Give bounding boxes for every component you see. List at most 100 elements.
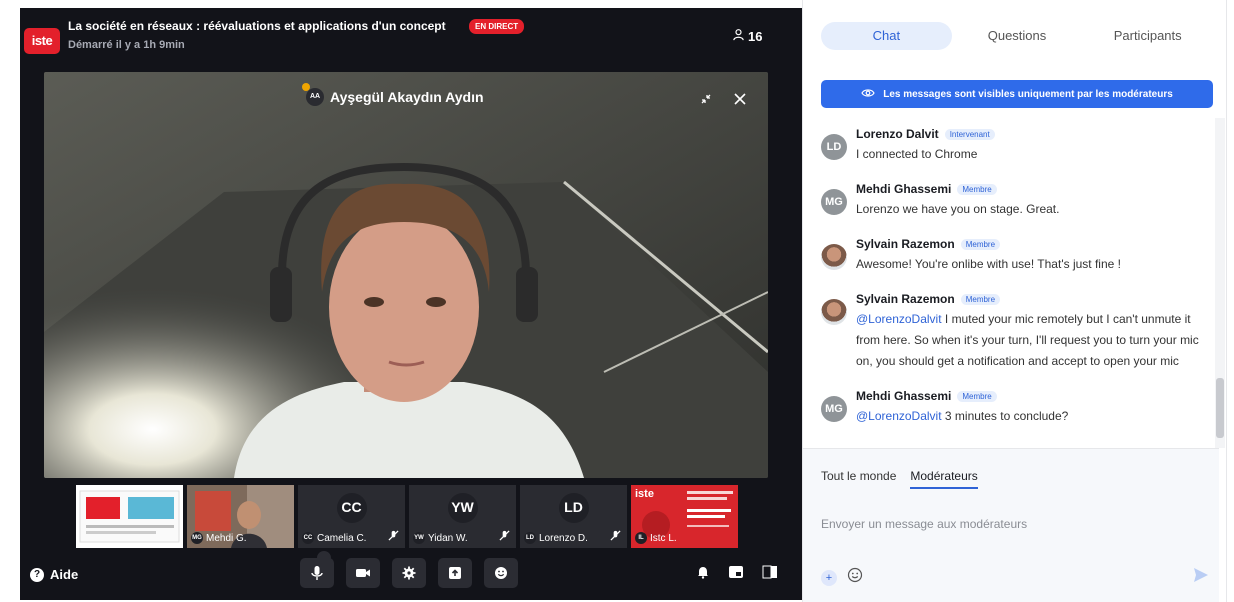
composer-tools: + [821,567,863,588]
avatar-initials: CC [341,499,362,515]
tab-questions[interactable]: Questions [952,22,1083,50]
thumbnail-name: YW Yidan W. [413,532,468,544]
thumbnail-slide[interactable] [76,485,183,548]
thumbnail-mini-avatar: LD [524,532,536,544]
thumbnail-mehdi[interactable]: MG Mehdi G. [187,485,294,548]
slide-preview [79,490,180,543]
chat-message: LD Lorenzo Dalvit Intervenant I connecte… [803,124,1219,165]
share-screen-icon [449,567,461,579]
audience-selector: Tout le monde Modérateurs [821,469,978,489]
close-icon[interactable] [734,92,746,108]
thumbnail-name: CC Camelia C. [302,532,366,544]
author-name[interactable]: Lorenzo Dalvit [856,127,939,141]
emoji-icon[interactable] [847,567,863,588]
thumbnail-label: Camelia C. [317,532,367,544]
role-badge: Membre [960,293,1001,305]
message-body: 3 minutes to conclude? [941,409,1069,423]
participant-thumbnails: MG Mehdi G. CC CC Camelia C. YW YW Yidan… [76,485,738,548]
iste-logo: iste [24,28,60,54]
mic-muted-icon [610,530,621,544]
thumbnail-yidan[interactable]: YW YW Yidan W. [409,485,516,548]
person-icon [732,28,745,44]
moderators-visibility-notice: Les messages sont visibles uniquement pa… [821,80,1213,108]
message-list[interactable]: LD Lorenzo Dalvit Intervenant I connecte… [803,124,1219,446]
thumbnail-istc[interactable]: iste IL Istc L. [631,485,738,548]
author-name[interactable]: Mehdi Ghassemi [856,389,951,403]
main-video[interactable]: AA Ayşegül Akaydın Aydın [44,72,768,478]
audience-everyone[interactable]: Tout le monde [821,469,896,489]
audience-moderators[interactable]: Modérateurs [910,469,978,489]
settings-button[interactable] [392,558,426,588]
thumbnail-camelia[interactable]: CC CC Camelia C. [298,485,405,548]
role-badge: Membre [957,183,997,195]
message-text: @LorenzoDalvit 3 minutes to conclude? [856,406,1199,427]
message-text: Lorenzo we have you on stage. Great. [856,199,1199,220]
event-header: iste La société en réseaux : réévaluatio… [20,8,802,64]
author-name[interactable]: Sylvain Razemon [856,292,955,306]
window-edge [1226,0,1234,602]
panel-tabs: Chat Questions Participants [821,22,1213,50]
chat-scrollbar-thumb[interactable] [1216,378,1224,438]
tab-chat[interactable]: Chat [821,22,952,50]
author-name[interactable]: Mehdi Ghassemi [856,182,951,196]
message-body: I connected to Chrome [856,147,978,161]
notice-text: Les messages sont visibles uniquement pa… [883,88,1173,100]
speaker-avatar: AA [302,83,324,106]
help-button[interactable]: ? Aide [30,567,78,582]
message-text: @LorenzoDalvit I muted your mic remotely… [856,309,1199,372]
mention[interactable]: @LorenzoDalvit [856,409,942,423]
thumbnail-label: Lorenzo D. [539,532,588,544]
message-header: Mehdi Ghassemi Membre [856,179,1199,199]
avatar: LD [821,134,847,160]
share-screen-button[interactable] [438,558,472,588]
speaker-initials: AA [309,93,321,100]
chat-message: Sylvain Razemon Membre @LorenzoDalvit I … [803,289,1219,372]
message-text: Awesome! You're onlibe with use! That's … [856,254,1199,275]
thumbnail-label: Mehdi G. [206,532,247,544]
microphone-button[interactable] [300,558,334,588]
plus-icon[interactable]: + [821,569,837,586]
bell-icon[interactable] [696,565,710,584]
gear-icon [402,566,416,580]
eye-icon [861,88,875,101]
started-time: Démarré il y a 1h 9min [68,39,185,51]
message-header: Sylvain Razemon Membre [856,234,1199,254]
message-input[interactable]: Envoyer un message aux modérateurs [821,517,1027,531]
picture-in-picture-icon[interactable] [728,565,744,584]
mention[interactable]: @LorenzoDalvit [856,312,942,326]
camera-button[interactable] [346,558,380,588]
thumbnail-label: Yidan W. [428,532,468,544]
avatar: MG [821,189,847,215]
speaking-indicator [302,83,310,91]
speaker-label: AA Ayşegül Akaydın Aydın [302,83,484,106]
reactions-button[interactable] [484,558,518,588]
thumbnail-lorenzo[interactable]: LD LD Lorenzo D. [520,485,627,548]
thumbnail-name: MG Mehdi G. [191,532,247,544]
message-text: I connected to Chrome [856,144,1199,165]
video-camera-icon [356,569,370,577]
avatar: MG [821,396,847,422]
speaker-video-frame [44,72,768,478]
message-body: Lorenzo we have you on stage. Great. [856,202,1060,216]
author-name[interactable]: Sylvain Razemon [856,237,955,251]
chat-message: MG Mehdi Ghassemi Membre Lorenzo we have… [803,179,1219,220]
minimize-icon[interactable] [700,92,712,108]
send-icon[interactable] [1193,567,1209,588]
media-controls [300,558,518,588]
thumbnail-label: Istc L. [650,532,677,544]
message-header: Mehdi Ghassemi Membre [856,386,1199,406]
chat-message: MG Mehdi Ghassemi Membre @LorenzoDalvit … [803,386,1219,427]
sidebar-toggle-icon[interactable] [762,565,778,584]
thumbnail-mini-avatar: CC [302,532,314,544]
avatar-initials: LD [564,499,583,515]
avatar [821,299,847,325]
avatar [821,244,847,270]
role-badge: Intervenant [944,128,995,140]
video-controls [700,92,746,108]
viewer-count[interactable]: 16 [732,28,762,44]
role-badge: Membre [957,390,997,402]
tab-participants[interactable]: Participants [1082,22,1213,50]
mic-muted-icon [388,530,399,544]
message-composer: Tout le monde Modérateurs Envoyer un mes… [803,448,1219,602]
view-controls [696,565,778,584]
